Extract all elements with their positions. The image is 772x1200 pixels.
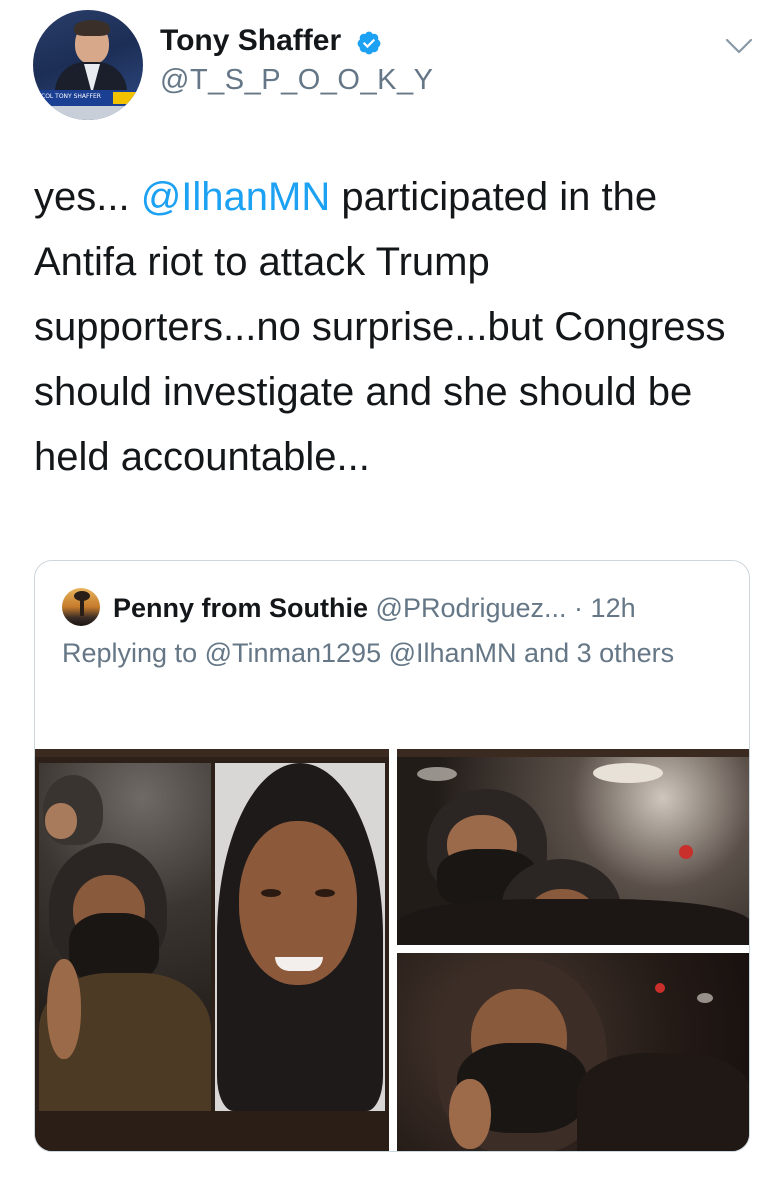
replying-to-line: Replying to @Tinman1295 @IlhanMN and 3 o… bbox=[62, 638, 675, 668]
quoted-tweet-time[interactable]: 12h bbox=[591, 593, 636, 623]
image-top-bar bbox=[35, 749, 389, 757]
media-image-3[interactable] bbox=[397, 953, 749, 1151]
quoted-author-handle[interactable]: @PRodriguez... bbox=[376, 593, 567, 623]
media-grid bbox=[35, 749, 749, 1151]
crowd-photo-left bbox=[39, 763, 211, 1111]
avatar-ontv-tag bbox=[113, 92, 141, 104]
quoted-author-name[interactable]: Penny from Southie bbox=[113, 593, 368, 623]
verified-badge-icon bbox=[357, 31, 381, 55]
author-handle[interactable]: @T_S_P_O_O_K_Y bbox=[160, 64, 433, 97]
header-separator: · bbox=[566, 593, 591, 623]
tweet-text-part: yes... bbox=[34, 175, 141, 219]
tweet-text-part: participated in the Antifa riot to attac… bbox=[34, 175, 726, 479]
avatar-tree-trunk bbox=[80, 594, 84, 616]
quoted-tweet[interactable]: Penny from Southie @PRodriguez... · 12h … bbox=[34, 560, 750, 1152]
quoted-author-avatar[interactable] bbox=[62, 588, 100, 626]
media-image-1[interactable] bbox=[35, 749, 389, 1151]
avatar-chyron-text: COL TONY SHAFFER bbox=[41, 93, 101, 100]
mention-link[interactable]: @IlhanMN bbox=[141, 175, 331, 219]
author-avatar[interactable]: COL TONY SHAFFER bbox=[33, 10, 143, 120]
quoted-tweet-header: Penny from Southie @PRodriguez... · 12h bbox=[113, 593, 636, 624]
avatar-chyron-lower bbox=[33, 106, 143, 120]
tweet-header: COL TONY SHAFFER Tony Shaffer @T_S_P_O_O… bbox=[0, 0, 772, 140]
avatar-hair bbox=[74, 20, 110, 36]
image-bottom-band bbox=[35, 1111, 389, 1151]
chevron-down-icon[interactable] bbox=[724, 34, 754, 58]
portrait-photo-right bbox=[215, 763, 385, 1111]
author-name[interactable]: Tony Shaffer bbox=[160, 24, 341, 58]
media-image-2[interactable] bbox=[397, 749, 749, 945]
tweet-body: yes... @IlhanMN participated in the Anti… bbox=[34, 165, 754, 490]
image-top-bar bbox=[397, 749, 749, 757]
